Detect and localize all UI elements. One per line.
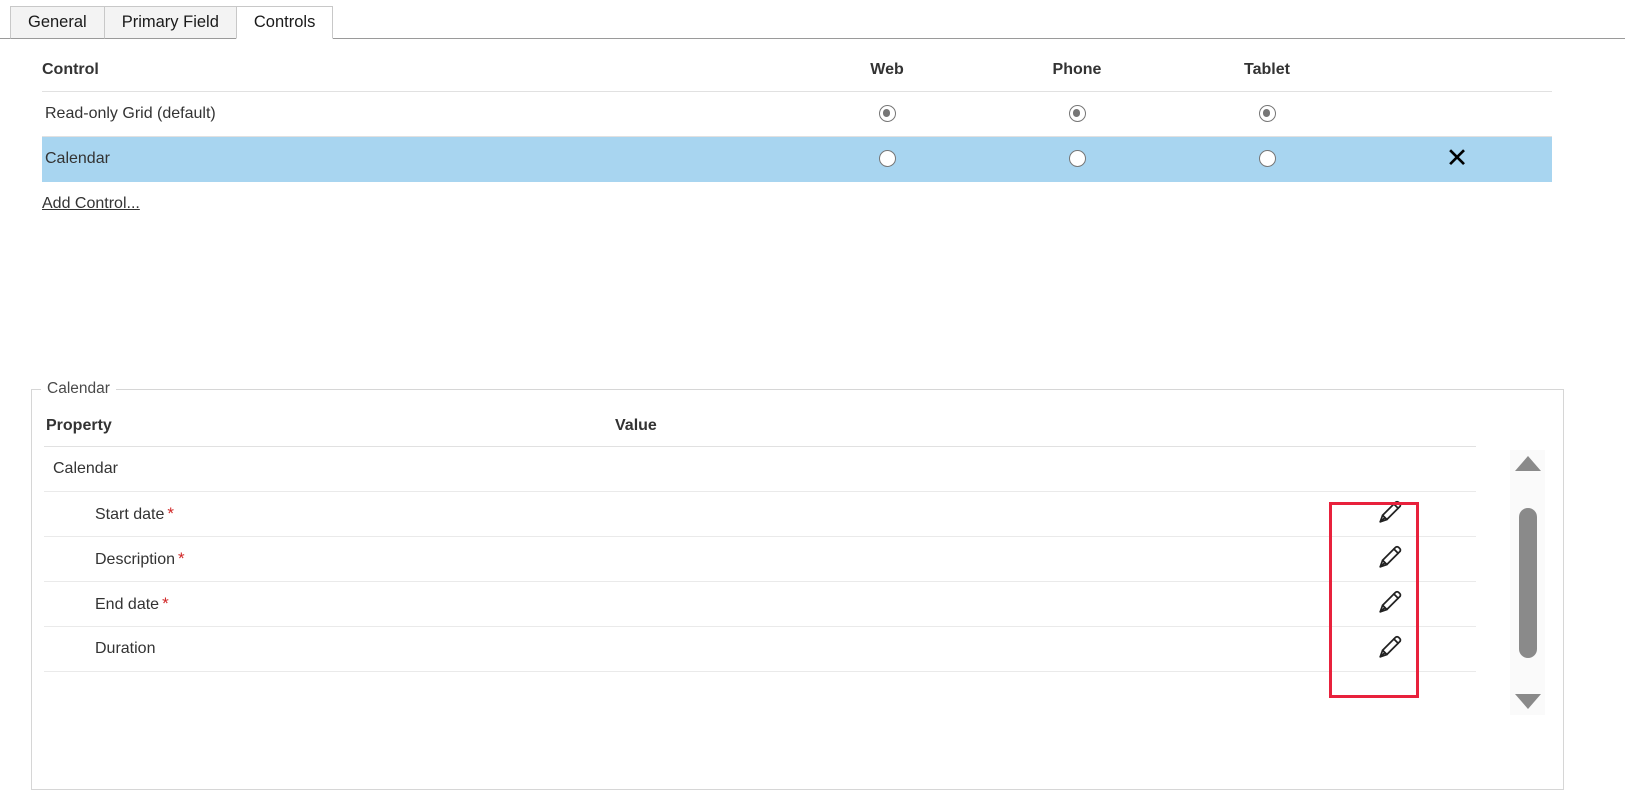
list-item[interactable]: End date * [44, 581, 1476, 627]
property-edit-cell [1304, 581, 1476, 627]
radio-web-readonly-grid[interactable] [878, 104, 896, 122]
add-control-link[interactable]: Add Control... [42, 195, 140, 213]
column-header-property: Property [44, 416, 614, 447]
property-edit-cell [1304, 626, 1476, 672]
property-edit-cell [1304, 536, 1476, 582]
property-name-cell: Duration [44, 626, 614, 672]
pencil-icon[interactable] [1375, 542, 1405, 577]
control-tablet-cell [1172, 136, 1362, 182]
property-label: Duration [95, 640, 156, 657]
property-label: End date [95, 596, 160, 613]
control-actions-cell [1362, 91, 1552, 137]
control-table-header: Control Web Phone Tablet [42, 39, 1552, 92]
pencil-icon[interactable] [1375, 632, 1405, 667]
property-name-cell: End date * [44, 581, 614, 627]
radio-tablet-calendar[interactable] [1258, 149, 1276, 167]
control-table: Control Web Phone Tablet Read-only Grid … [42, 39, 1552, 182]
pencil-icon[interactable] [1375, 497, 1405, 532]
property-name-cell: Description * [44, 536, 614, 582]
column-header-tablet: Tablet [1172, 39, 1362, 92]
property-name-cell: Calendar [44, 446, 614, 492]
column-header-control: Control [42, 39, 792, 92]
tab-strip: General Primary Field Controls [0, 0, 1625, 39]
required-marker: * [178, 549, 185, 568]
column-header-actions [1362, 39, 1552, 92]
list-item[interactable]: Start date * [44, 491, 1476, 537]
pencil-icon[interactable] [1375, 587, 1405, 622]
list-item[interactable]: Description * [44, 536, 1476, 582]
control-actions-cell: ✕ [1362, 136, 1552, 182]
controls-page: Control Web Phone Tablet Read-only Grid … [0, 39, 1625, 790]
property-value-cell [614, 581, 1304, 627]
column-header-web: Web [792, 39, 982, 92]
property-label: Start date [95, 506, 165, 523]
tab-controls[interactable]: Controls [235, 6, 334, 39]
radio-phone-calendar[interactable] [1068, 149, 1086, 167]
property-edit-cell [1304, 491, 1476, 537]
triangle-up-icon[interactable] [1514, 456, 1541, 471]
properties-area: Property Value Calendar Start date * Des… [32, 416, 1563, 715]
column-header-phone: Phone [982, 39, 1172, 92]
calendar-panel-legend: Calendar [47, 380, 110, 397]
control-web-cell [792, 91, 982, 137]
control-phone-cell [982, 136, 1172, 182]
column-header-edit [1304, 416, 1476, 447]
column-header-value: Value [614, 416, 1304, 447]
control-tablet-cell [1172, 91, 1362, 137]
list-item[interactable]: Duration [44, 626, 1476, 672]
property-table-header: Property Value [44, 416, 1476, 447]
radio-tablet-readonly-grid[interactable] [1258, 104, 1276, 122]
radio-web-calendar[interactable] [878, 149, 896, 167]
list-item[interactable]: Calendar [44, 446, 1476, 492]
table-row[interactable]: Read-only Grid (default) [42, 91, 1552, 137]
vertical-scrollbar[interactable] [1510, 450, 1545, 715]
required-marker: * [162, 594, 169, 613]
close-x-icon[interactable]: ✕ [1446, 145, 1469, 172]
property-table: Property Value Calendar Start date * Des… [44, 416, 1476, 672]
table-row[interactable]: Calendar ✕ [42, 136, 1552, 182]
property-value-cell [614, 491, 1304, 537]
triangle-down-icon[interactable] [1514, 694, 1541, 709]
control-name: Read-only Grid (default) [42, 91, 792, 137]
property-value-cell [614, 626, 1304, 672]
control-phone-cell [982, 91, 1172, 137]
property-label: Calendar [53, 460, 118, 477]
control-name: Calendar [42, 136, 792, 182]
property-label: Description [95, 551, 176, 568]
calendar-properties-panel: Calendar Property Value Calendar Start d… [31, 380, 1564, 790]
scrollbar-thumb[interactable] [1518, 507, 1537, 658]
required-marker: * [167, 504, 174, 523]
control-web-cell [792, 136, 982, 182]
tab-general[interactable]: General [10, 6, 105, 39]
tab-primary-field[interactable]: Primary Field [103, 6, 237, 39]
radio-phone-readonly-grid[interactable] [1068, 104, 1086, 122]
property-value-cell [614, 536, 1304, 582]
property-value-cell [614, 446, 1304, 492]
property-name-cell: Start date * [44, 491, 614, 537]
property-edit-cell [1304, 446, 1476, 492]
